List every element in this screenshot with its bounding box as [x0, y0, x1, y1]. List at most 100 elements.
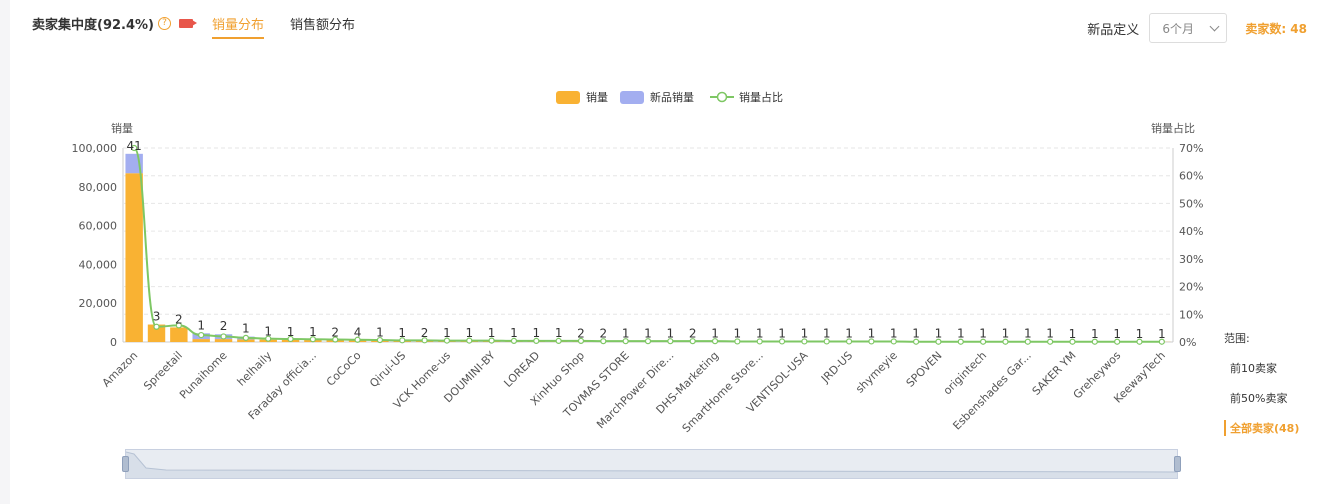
x-tick-label: Punaihome — [177, 349, 230, 402]
bar-data-label: 1 — [1136, 327, 1144, 341]
range-panel: 范围: 前10卖家 前50%卖家 全部卖家(48) — [1224, 330, 1299, 450]
x-tick-label: shymeyie — [853, 349, 900, 396]
bar-data-label: 1 — [242, 322, 250, 336]
bar-data-label: 1 — [1024, 327, 1032, 341]
bar-data-label: 1 — [667, 326, 675, 340]
legend-swatch-sales[interactable] — [556, 91, 580, 104]
bar-data-label: 1 — [935, 327, 943, 341]
y-left-tick-label: 100,000 — [72, 142, 118, 155]
chevron-down-icon — [1209, 21, 1220, 32]
y-right-tick-label: 70% — [1179, 142, 1203, 155]
bar-data-label: 1 — [644, 326, 652, 340]
bar-data-label: 1 — [1113, 327, 1121, 341]
legend-label-new-sales: 新品销量 — [650, 90, 694, 104]
bar-data-label: 1 — [488, 326, 496, 340]
bar-data-label: 1 — [555, 326, 563, 340]
bar-data-label: 41 — [127, 139, 142, 153]
x-tick-label: origintech — [941, 349, 989, 397]
bar-data-label: 1 — [1158, 327, 1166, 341]
y-right-tick-label: 10% — [1179, 308, 1203, 321]
bar-data-label: 2 — [220, 319, 228, 333]
range-option-top50pct[interactable]: 前50%卖家 — [1224, 390, 1299, 406]
bar-data-label: 2 — [689, 326, 697, 340]
x-tick-label: MarchPower Dire... — [594, 349, 676, 431]
x-tick-label: CoCoCo — [324, 349, 364, 389]
bar-data-label: 2 — [421, 326, 429, 340]
bar-data-label: 2 — [577, 326, 585, 340]
x-tick-label: Amazon — [100, 349, 141, 390]
bar-data-label: 1 — [957, 327, 965, 341]
bar-data-label: 4 — [354, 325, 362, 339]
x-tick-label: SmartHome Store... — [680, 349, 766, 435]
bar-data-label: 2 — [599, 326, 607, 340]
bar-data-label: 1 — [1046, 327, 1054, 341]
range-option-top10[interactable]: 前10卖家 — [1224, 360, 1299, 376]
x-tick-label: Qirui-US — [367, 349, 408, 390]
bar-data-label: 2 — [331, 325, 339, 339]
x-tick-label: JRD-US — [818, 349, 855, 386]
bar-data-label: 1 — [197, 318, 205, 332]
legend-label-sales: 销量 — [586, 90, 608, 104]
y-right-tick-label: 30% — [1179, 253, 1203, 266]
bar-data-label: 1 — [823, 327, 831, 341]
bar-data-label: 1 — [1069, 327, 1077, 341]
legend-swatch-ratio[interactable] — [710, 91, 734, 103]
bar-data-label: 1 — [532, 326, 540, 340]
range-label: 范围: — [1224, 332, 1250, 345]
y-left-tick-label: 20,000 — [79, 297, 118, 310]
bar-data-label: 1 — [398, 326, 406, 340]
sales-distribution-chart: 销量 新品销量 销量占比 销量 销量占比 100,000 80,000 60,000… — [72, 90, 1204, 435]
bar-data-label: 2 — [175, 312, 183, 326]
range-option-all[interactable]: 全部卖家(48) — [1224, 420, 1299, 436]
slider-handle-left[interactable] — [122, 456, 129, 472]
sales-ratio-point — [220, 333, 227, 340]
slider-preview — [126, 451, 1177, 478]
sales-ratio-point — [242, 334, 249, 341]
bar-data-label: 1 — [443, 326, 451, 340]
y-right-axis-title: 销量占比 — [1151, 121, 1195, 135]
x-tick-label: helhaily — [235, 349, 275, 389]
sales-bar — [125, 173, 143, 342]
bar-data-label: 1 — [979, 327, 987, 341]
x-tick-label: Spreetail — [141, 349, 185, 393]
bar-data-label: 1 — [465, 326, 473, 340]
bar-data-label: 1 — [287, 325, 295, 339]
chart-card: 卖家集中度(92.4%) ? 销量分布 销售额分布 新品定义 6个月 卖家数: … — [10, 0, 1317, 504]
x-tick-label: LOREAD — [501, 349, 542, 390]
y-right-tick-label: 40% — [1179, 225, 1203, 238]
bar-data-label: 1 — [801, 327, 809, 341]
bar-data-label: 1 — [890, 327, 898, 341]
sales-bar — [192, 339, 210, 342]
data-zoom-slider[interactable] — [122, 449, 1181, 479]
x-tick-label: SPOVEN — [904, 349, 945, 390]
sales-ratio-line — [133, 147, 1162, 343]
y-left-tick-label: 60,000 — [79, 220, 118, 233]
bar-data-label: 3 — [153, 310, 161, 324]
bar-data-label: 1 — [711, 326, 719, 340]
legend-swatch-new-sales[interactable] — [620, 91, 644, 104]
sales-bar — [170, 327, 188, 342]
seller-count: 卖家数: 48 — [1245, 21, 1307, 36]
y-left-axis-title: 销量 — [111, 121, 133, 135]
bar-data-label: 1 — [912, 327, 920, 341]
legend: 销量 新品销量 销量占比 — [556, 90, 783, 104]
y-left-tick-label: 0 — [110, 336, 117, 349]
y-left-tick-label: 40,000 — [79, 258, 118, 271]
bar-data-label: 1 — [376, 326, 384, 340]
y-left-tick-label: 80,000 — [79, 181, 118, 194]
sales-ratio-point — [198, 331, 205, 339]
bar-data-label: 1 — [622, 326, 630, 340]
y-right-tick-label: 60% — [1179, 170, 1203, 183]
bar-data-label: 1 — [1091, 327, 1099, 341]
bar-data-label: 1 — [868, 327, 876, 341]
bar-data-label: 1 — [510, 326, 518, 340]
legend-label-ratio: 销量占比 — [739, 90, 783, 104]
bar-data-label: 1 — [756, 326, 764, 340]
bar-data-label: 1 — [845, 327, 853, 341]
slider-handle-right[interactable] — [1174, 456, 1181, 472]
sales-ratio-point — [153, 323, 160, 330]
bar-data-label: 1 — [778, 327, 786, 341]
x-tick-label: Esbenshades Gar... — [950, 349, 1034, 433]
y-right-tick-label: 0% — [1179, 336, 1196, 349]
bar-data-label: 1 — [1002, 327, 1010, 341]
